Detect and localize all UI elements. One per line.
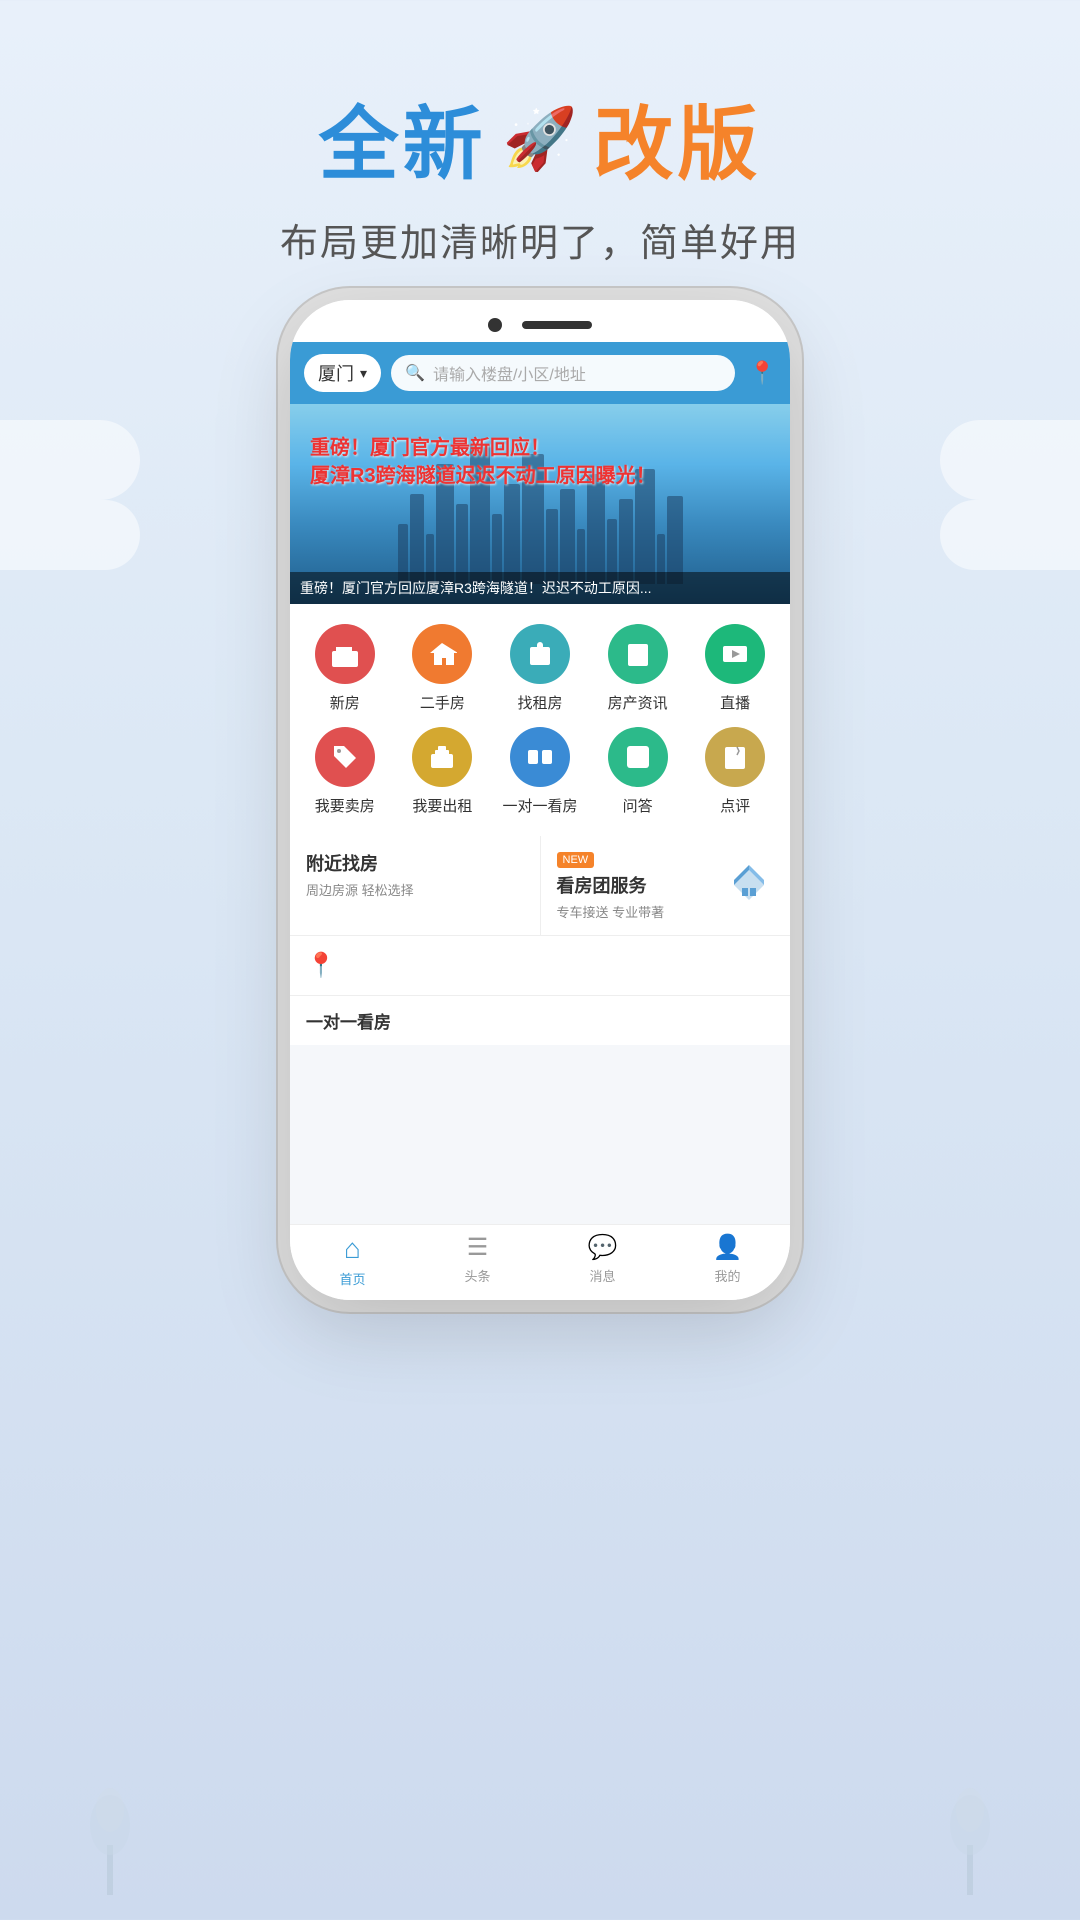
menu-icon-lease — [412, 727, 472, 787]
menu-icon-new-home — [315, 624, 375, 684]
menu-label-qa: 问答 — [623, 795, 653, 816]
city-arrow-icon: ▾ — [360, 365, 367, 382]
deco-bottom — [0, 1600, 1080, 1920]
city-name: 厦门 — [318, 360, 354, 386]
nav-label-home: 首页 — [339, 1269, 365, 1288]
card-nearby-subtitle: 周边房源 轻松选择 — [306, 880, 524, 899]
menu-item-second-hand[interactable]: 二手房 — [398, 624, 488, 713]
menu-label-review: 点评 — [720, 795, 750, 816]
menu-icon-news — [608, 624, 668, 684]
nav-item-messages[interactable]: 💬 消息 — [540, 1233, 665, 1288]
menu-icon-qa: 问 — [608, 727, 668, 787]
svg-text:问: 问 — [630, 750, 646, 768]
nav-item-headlines[interactable]: ☰ 头条 — [415, 1233, 540, 1288]
header-title: 全新 🚀 改版 — [0, 80, 1080, 196]
menu-grid-container: 新房 二手房 找租房 — [290, 604, 790, 836]
nav-profile-icon: 👤 — [713, 1233, 743, 1262]
menu-icon-one-on-one — [510, 727, 570, 787]
header-underline — [500, 287, 580, 292]
menu-item-new-home[interactable]: 新房 — [300, 624, 390, 713]
menu-label-sell: 我要卖房 — [315, 795, 375, 816]
nav-headlines-icon: ☰ — [467, 1233, 489, 1262]
header-subtitle: 布局更加清晰明了，简单好用 — [0, 212, 1080, 267]
menu-item-rent[interactable]: 找租房 — [495, 624, 585, 713]
title-orange: 改版 — [593, 80, 761, 196]
deco-tree-left — [80, 1775, 140, 1900]
menu-item-one-on-one[interactable]: 一对一看房 — [495, 727, 585, 816]
menu-label-rent: 找租房 — [517, 692, 562, 713]
phone-frame: 厦门 ▾ 🔍 请输入楼盘/小区/地址 📍 — [290, 300, 790, 1300]
cards-row: 附近找房 周边房源 轻松选择 NEW 看房团服务 专车接送 专业带著 — [290, 836, 790, 935]
card-tour-title: 看房团服务 — [557, 872, 665, 898]
nav-label-headlines: 头条 — [464, 1266, 490, 1285]
phone-top-bar — [290, 300, 790, 342]
banner-headline-2: 厦漳R3跨海隧道迟迟不动工原因曝光！ — [310, 462, 770, 490]
bg-cloud-right-2 — [940, 500, 1080, 570]
phone-speaker — [522, 321, 592, 329]
menu-item-sell[interactable]: 我要卖房 — [300, 727, 390, 816]
menu-icon-second-hand — [412, 624, 472, 684]
map-pin-icon: 📍 — [306, 951, 336, 980]
phone-nav: ⌂ 首页 ☰ 头条 💬 消息 👤 我的 — [290, 1224, 790, 1300]
banner-bottom-bar: 重磅！厦门官方回应厦漳R3跨海隧道！迟迟不动工原因... — [290, 572, 790, 604]
card-nearby[interactable]: 附近找房 周边房源 轻松选择 — [290, 836, 541, 935]
menu-icon-live — [705, 624, 765, 684]
menu-item-news[interactable]: 房产资讯 — [593, 624, 683, 713]
banner-text-overlay: 重磅！厦门官方最新回应！ 厦漳R3跨海隧道迟迟不动工原因曝光！ — [310, 434, 770, 490]
location-icon[interactable]: 📍 — [749, 360, 776, 386]
menu-item-live[interactable]: 直播 — [690, 624, 780, 713]
app-banner[interactable]: 重磅！厦门官方最新回应！ 厦漳R3跨海隧道迟迟不动工原因曝光！ 重磅！厦门官方回… — [290, 404, 790, 604]
search-placeholder: 请输入楼盘/小区/地址 — [433, 361, 586, 385]
card-tour-icon — [724, 850, 774, 911]
menu-item-review[interactable]: 点评 — [690, 727, 780, 816]
nav-label-messages: 消息 — [589, 1266, 615, 1285]
banner-bottom-text: 重磅！厦门官方回应厦漳R3跨海隧道！迟迟不动工原因... — [300, 578, 780, 598]
phone-mockup: 厦门 ▾ 🔍 请输入楼盘/小区/地址 📍 — [290, 300, 790, 1300]
menu-icon-rent — [510, 624, 570, 684]
app-header: 厦门 ▾ 🔍 请输入楼盘/小区/地址 📍 — [290, 342, 790, 404]
menu-label-lease: 我要出租 — [412, 795, 472, 816]
menu-label-one-on-one: 一对一看房 — [502, 795, 577, 816]
header-section: 全新 🚀 改版 布局更加清晰明了，简单好用 — [0, 0, 1080, 332]
menu-icon-sell — [315, 727, 375, 787]
phone-camera — [488, 318, 502, 332]
rocket-icon: 🚀 — [503, 103, 578, 174]
menu-item-lease[interactable]: 我要出租 — [398, 727, 488, 816]
card-nearby-title: 附近找房 — [306, 850, 524, 876]
menu-icon-review — [705, 727, 765, 787]
banner-headline-1: 重磅！厦门官方最新回应！ — [310, 434, 770, 462]
bottom-cards: 附近找房 周边房源 轻松选择 NEW 看房团服务 专车接送 专业带著 — [290, 836, 790, 1224]
nav-home-icon: ⌂ — [344, 1233, 361, 1265]
bg-cloud-left-2 — [0, 500, 140, 570]
menu-label-live: 直播 — [720, 692, 750, 713]
card-new-badge: NEW — [557, 852, 595, 868]
phone-content: 厦门 ▾ 🔍 请输入楼盘/小区/地址 📍 — [290, 342, 790, 1300]
menu-item-qa[interactable]: 问 问答 — [593, 727, 683, 816]
title-blue-1: 全新 — [319, 80, 487, 196]
nav-item-profile[interactable]: 👤 我的 — [665, 1233, 790, 1288]
nav-item-home[interactable]: ⌂ 首页 — [290, 1233, 415, 1288]
bg-cloud-left-1 — [0, 420, 140, 500]
bg-cloud-right-1 — [940, 420, 1080, 500]
menu-label-news: 房产资讯 — [608, 692, 668, 713]
menu-label-new-home: 新房 — [330, 692, 360, 713]
menu-grid: 新房 二手房 找租房 — [300, 624, 780, 816]
nav-label-profile: 我的 — [714, 1266, 740, 1285]
map-preview: 📍 — [290, 935, 790, 995]
card-tour[interactable]: NEW 看房团服务 专车接送 专业带著 — [541, 836, 791, 935]
one-on-one-card-title: 一对一看房 — [306, 1008, 774, 1033]
card-tour-subtitle: 专车接送 专业带著 — [557, 902, 665, 921]
city-selector[interactable]: 厦门 ▾ — [304, 354, 381, 392]
search-icon: 🔍 — [405, 363, 425, 383]
deco-tree-right — [940, 1775, 1000, 1900]
search-bar[interactable]: 🔍 请输入楼盘/小区/地址 — [391, 355, 735, 391]
menu-label-second-hand: 二手房 — [420, 692, 465, 713]
one-on-one-card[interactable]: 一对一看房 — [290, 995, 790, 1045]
nav-messages-icon: 💬 — [588, 1233, 618, 1262]
